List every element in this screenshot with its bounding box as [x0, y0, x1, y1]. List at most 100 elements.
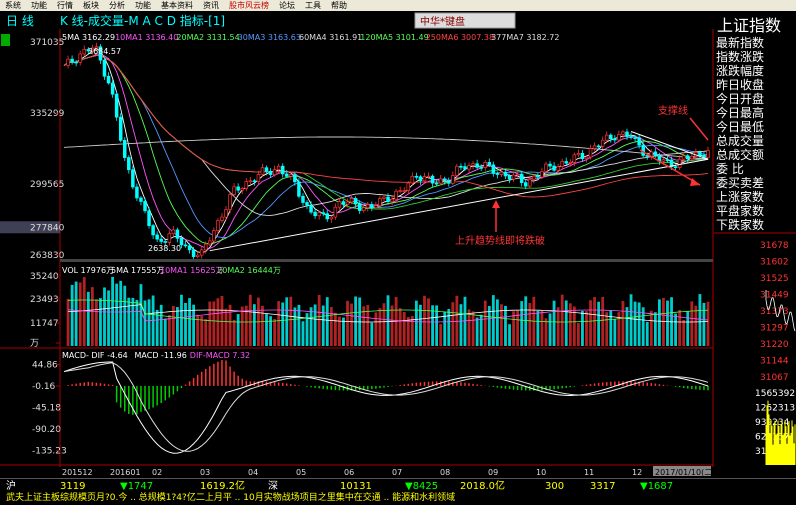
candle-body	[123, 140, 127, 158]
candle-body	[236, 186, 240, 191]
volume-bar	[103, 287, 106, 346]
intraday-volume-tick: 1565392	[755, 389, 795, 399]
chart-canvas[interactable]: 日 线 K 线-成交量-M A C D 指标-[1] 中华*键盘 5MA 316…	[0, 11, 796, 478]
candle-body	[349, 198, 354, 203]
volume-bar	[224, 308, 228, 346]
candle-body	[333, 206, 338, 218]
candle-body	[438, 178, 443, 184]
candle-body	[114, 93, 119, 118]
candle-body	[629, 136, 633, 138]
candle-body	[305, 202, 309, 206]
candle-body	[390, 198, 394, 203]
menu-item[interactable]: 分析	[104, 0, 130, 11]
date-tick-label: 06	[344, 468, 354, 477]
menu-item[interactable]: 板块	[78, 0, 104, 11]
menu-item[interactable]: 行情	[52, 0, 78, 11]
candle-body	[681, 155, 686, 160]
legend-entry: 5MA 3162.29	[62, 33, 115, 42]
volume-bar	[512, 311, 515, 346]
date-tick-label: 09	[488, 468, 498, 477]
volume-bar	[390, 305, 394, 346]
toolbar-button[interactable]	[1, 34, 10, 46]
volume-bar	[504, 305, 507, 346]
candle-body	[341, 201, 346, 205]
date-tick-label: 2017/01/10(二)	[655, 468, 715, 477]
volume-bar	[281, 302, 285, 346]
menu-item[interactable]: 工具	[300, 0, 326, 11]
menu-item[interactable]: 功能	[26, 0, 52, 11]
volume-bar	[520, 301, 524, 346]
candle-body	[588, 148, 593, 158]
candle-body	[491, 164, 496, 174]
date-tick-label: 07	[392, 468, 402, 477]
status-value: ▼1747	[120, 481, 153, 492]
candle-body	[511, 174, 516, 180]
menu-item[interactable]: 论坛	[274, 0, 300, 11]
candle-body	[600, 139, 605, 147]
volume-bar	[629, 294, 633, 346]
menu-item[interactable]: 功能	[130, 0, 156, 11]
candle-body	[195, 254, 200, 257]
candle-body	[382, 196, 386, 199]
menu-item[interactable]: 系统	[0, 0, 26, 11]
volume-bar	[609, 310, 613, 346]
intraday-price-tick: 31525	[760, 274, 789, 284]
candle-body	[297, 181, 301, 197]
volume-bar	[277, 301, 281, 346]
candle-body	[212, 230, 216, 242]
candle-body	[147, 210, 151, 226]
candle-body	[572, 154, 577, 163]
volume-bar	[698, 294, 702, 346]
menu-item[interactable]: 资讯	[198, 0, 224, 11]
candle-body	[276, 165, 281, 170]
quote-fields: 最新指数指数涨跌涨跌幅度昨日收盘今日开盘今日最高今日最低总成交量总成交额委 比委…	[716, 35, 764, 232]
candle-body	[690, 156, 694, 160]
volume-bar	[289, 296, 293, 346]
volume-bar	[317, 294, 321, 346]
candle-body	[256, 174, 261, 182]
volume-bar	[540, 310, 544, 346]
volume-bar	[560, 294, 564, 346]
menu-item[interactable]: 基本资料	[156, 0, 198, 11]
candle-body	[406, 182, 411, 191]
volume-bar	[447, 309, 451, 346]
candle-body	[673, 166, 678, 169]
candle-body	[584, 156, 589, 160]
candle-body	[596, 145, 601, 148]
volume-bar	[678, 309, 682, 346]
candle-body	[536, 175, 540, 178]
candle-body	[653, 151, 658, 157]
date-tick-label: 08	[440, 468, 450, 477]
volume-bar	[653, 312, 657, 346]
volume-bar	[78, 282, 82, 346]
volume-bar	[552, 300, 556, 346]
candle-body	[442, 178, 447, 182]
candle-body	[264, 167, 269, 172]
quote-field-label: 总成交额	[716, 147, 764, 162]
candle-body	[163, 241, 168, 243]
candle-body	[617, 134, 621, 141]
volume-bar	[601, 296, 605, 346]
quote-field-label: 今日最低	[716, 119, 764, 134]
volume-bar	[702, 302, 706, 346]
volume-bar	[402, 312, 406, 346]
volume-bar	[248, 294, 252, 346]
candle-body	[625, 131, 629, 137]
volume-bar	[74, 281, 78, 346]
macd-tick-label: -45.18	[32, 404, 61, 414]
volume-bar	[467, 309, 471, 346]
volume-tick-label: 11747	[30, 319, 59, 329]
candle-body	[131, 169, 135, 188]
volume-bar	[143, 300, 147, 346]
candle-body	[361, 207, 366, 211]
candle-body	[698, 152, 702, 156]
legend-entry: 250MA6 3007.38	[426, 33, 494, 42]
candle-body	[321, 212, 325, 215]
volume-bar	[147, 299, 151, 346]
menu-item[interactable]: 股市风云榜	[224, 0, 274, 11]
candle-body	[252, 180, 257, 183]
period-label[interactable]: 日 线	[6, 14, 34, 28]
candle-body	[548, 163, 552, 167]
volume-bar	[333, 312, 337, 346]
menu-item[interactable]: 帮助	[326, 0, 352, 11]
